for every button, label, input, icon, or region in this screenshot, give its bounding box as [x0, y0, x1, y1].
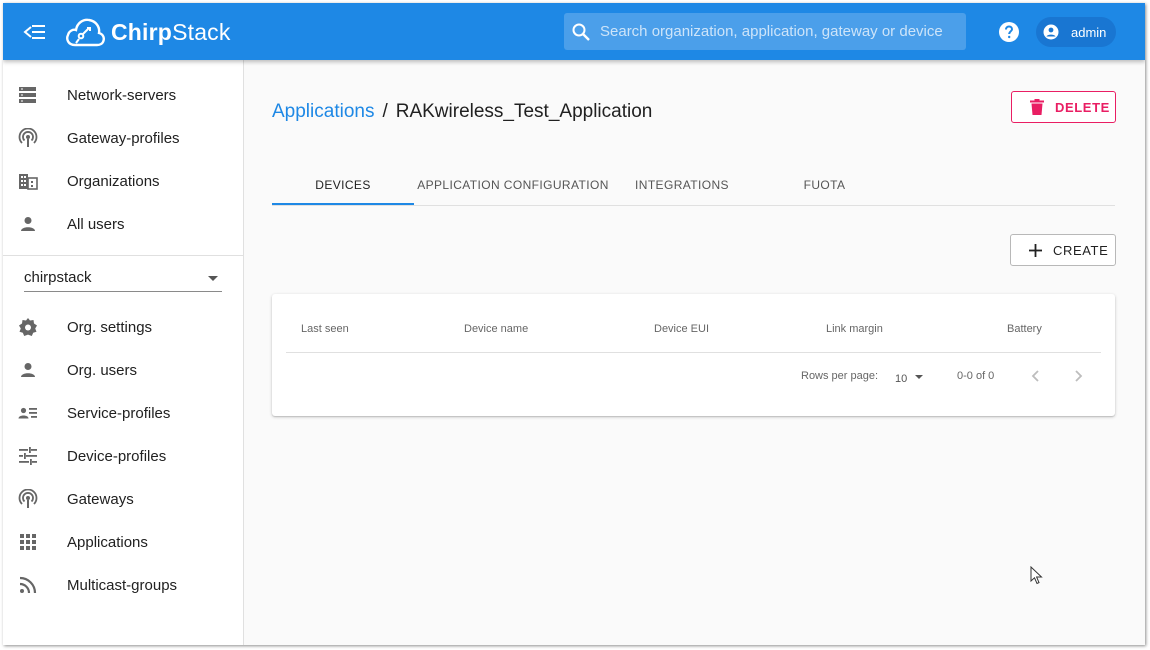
tab-application-configuration[interactable]: APPLICATION CONFIGURATION [414, 165, 612, 205]
app-window: ChirpStack admin [3, 3, 1145, 645]
sidebar-item-all-users[interactable]: All users [3, 203, 243, 245]
person-icon [21, 363, 35, 377]
sidebar-item-organizations[interactable]: Organizations [3, 160, 243, 202]
rows-per-page-label: Rows per page: [801, 370, 879, 382]
column-header-link-margin[interactable]: Link margin [826, 323, 883, 335]
sidebar-item-label: Org. settings [67, 318, 153, 336]
sidebar-item-label: Organizations [67, 172, 160, 190]
sidebar-item-multicast-groups[interactable]: Multicast-groups [3, 564, 243, 606]
pagination-range: 0-0 of 0 [957, 370, 995, 382]
delete-button-label: DELETE [1055, 99, 1110, 115]
user-menu-button[interactable]: admin [1036, 17, 1116, 47]
sidebar-item-label: All users [67, 215, 125, 233]
tab-label: INTEGRATIONS [635, 178, 729, 192]
next-page-icon[interactable] [1069, 367, 1087, 385]
antenna-icon [18, 128, 38, 147]
sidebar-item-label: Gateways [67, 490, 134, 508]
sidebar-item-applications[interactable]: Applications [3, 521, 243, 563]
breadcrumb-separator: / [382, 101, 388, 122]
tab-integrations[interactable]: INTEGRATIONS [612, 165, 752, 205]
page-title: RAKwireless_Test_Application [395, 101, 653, 122]
sidebar-item-label: Network-servers [67, 86, 177, 104]
sidebar-item-gateway-profiles[interactable]: Gateway-profiles [3, 117, 243, 159]
tab-label: DEVICES [315, 178, 371, 192]
create-device-button[interactable]: CREATE [1010, 234, 1116, 266]
settings-icon [19, 318, 37, 336]
organization-select[interactable]: chirpstack [24, 263, 222, 292]
tab-label: FUOTA [803, 178, 846, 192]
tab-devices[interactable]: DEVICES [272, 165, 414, 205]
person-icon [21, 217, 35, 231]
dropdown-arrow-icon [208, 276, 218, 281]
dropdown-arrow-icon [915, 375, 923, 379]
sidebar-item-org-users[interactable]: Org. users [3, 349, 243, 391]
server-icon [19, 87, 36, 103]
sidebar-item-org-settings[interactable]: Org. settings [3, 306, 243, 348]
column-header-device-name[interactable]: Device name [464, 323, 528, 335]
breadcrumb: Applications / RAKwireless_Test_Applicat… [272, 101, 652, 123]
plus-icon [1029, 243, 1042, 257]
active-tab-indicator [272, 203, 414, 205]
tab-fuota[interactable]: FUOTA [752, 165, 897, 205]
sidebar-item-label: Gateway-profiles [67, 129, 180, 147]
column-header-device-eui[interactable]: Device EUI [654, 323, 709, 335]
search-icon [572, 23, 590, 41]
brand-bold: Chirp [111, 18, 173, 45]
organization-select-value: chirpstack [24, 269, 92, 286]
column-header-battery[interactable]: Battery [1007, 323, 1042, 335]
tab-label: APPLICATION CONFIGURATION [417, 178, 609, 192]
rows-per-page-value: 10 [895, 373, 908, 385]
sidebar-item-label: Applications [67, 533, 148, 551]
rss-icon [19, 576, 37, 594]
account-details-icon [18, 407, 37, 419]
help-icon[interactable] [998, 21, 1020, 43]
table-header-divider [286, 352, 1101, 353]
rows-per-page-select[interactable]: 10 [895, 369, 927, 385]
sidebar-item-network-servers[interactable]: Network-servers [3, 74, 243, 116]
sidebar-item-label: Multicast-groups [67, 576, 178, 594]
domain-icon [19, 174, 38, 190]
sidebar-item-service-profiles[interactable]: Service-profiles [3, 392, 243, 434]
user-name: admin [1071, 24, 1107, 40]
trash-icon [1030, 99, 1044, 115]
chirpstack-logo[interactable]: ChirpStack [65, 13, 231, 51]
antenna-icon [18, 489, 38, 508]
create-button-label: CREATE [1053, 242, 1109, 258]
tab-bar: DEVICES APPLICATION CONFIGURATION INTEGR… [272, 165, 1115, 206]
tune-icon [19, 447, 37, 465]
mouse-cursor-icon [1030, 566, 1043, 585]
sidebar-item-label: Device-profiles [67, 447, 167, 465]
sidebar-item-gateways[interactable]: Gateways [3, 478, 243, 520]
brand-rest: Stack [172, 18, 231, 45]
sidebar-item-device-profiles[interactable]: Device-profiles [3, 435, 243, 477]
search-input[interactable] [598, 22, 962, 41]
menu-collapse-icon[interactable] [23, 21, 47, 43]
cloud-logo-icon [66, 18, 105, 47]
breadcrumb-link-applications[interactable]: Applications [272, 101, 374, 123]
sidebar-item-label: Service-profiles [67, 404, 171, 422]
devices-table-card: Last seen Device name Device EUI Link ma… [272, 294, 1115, 416]
sidebar-item-label: Org. users [67, 361, 138, 379]
app-bar: ChirpStack admin [3, 3, 1145, 60]
sidebar: Network-servers Gateway-profiles Organiz… [3, 60, 244, 645]
column-header-last-seen[interactable]: Last seen [301, 323, 349, 335]
account-circle-icon [1043, 24, 1059, 40]
search-box[interactable] [564, 13, 966, 50]
previous-page-icon[interactable] [1027, 367, 1045, 385]
apps-icon [20, 534, 36, 550]
sidebar-divider [3, 255, 243, 256]
delete-button[interactable]: DELETE [1011, 91, 1116, 123]
